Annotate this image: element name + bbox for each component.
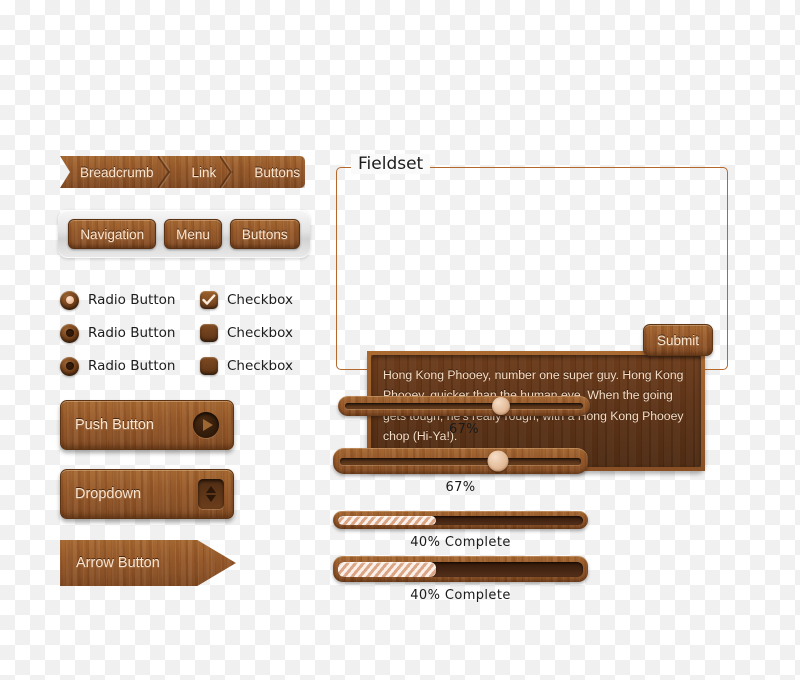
breadcrumb-item-label: Link [191, 164, 217, 180]
dropdown-label: Dropdown [75, 486, 142, 502]
controls-group: Radio Button Checkbox Radio Button Check… [60, 286, 320, 385]
dropdown-button[interactable]: Dropdown [60, 469, 234, 519]
checkbox-icon[interactable] [200, 324, 218, 342]
slider-thick[interactable] [333, 448, 588, 474]
chevron-right-icon [220, 156, 233, 188]
checkbox-option-1[interactable]: Checkbox [200, 291, 293, 309]
slider-knob[interactable] [487, 450, 509, 472]
progress-track [338, 515, 583, 525]
control-row: Radio Button Checkbox [60, 286, 320, 314]
progress-thin [333, 511, 588, 529]
nav-button-navigation[interactable]: Navigation [68, 219, 157, 249]
breadcrumb-item-buttons[interactable]: Buttons [232, 156, 305, 188]
checkbox-label: Checkbox [227, 358, 293, 374]
checkbox-label: Checkbox [227, 292, 293, 308]
checkbox-label: Checkbox [227, 325, 293, 341]
check-icon [202, 294, 216, 305]
control-row: Radio Button Checkbox [60, 319, 320, 347]
radio-label: Radio Button [88, 292, 176, 308]
progress-thick-group: 40% Complete [333, 556, 588, 603]
slider-thick-value: 67% [445, 480, 476, 495]
nav-button-buttons[interactable]: Buttons [229, 219, 300, 249]
radio-option-1[interactable]: Radio Button [60, 290, 200, 310]
navigation-bar: Navigation Menu Buttons [58, 210, 310, 258]
checkbox-icon[interactable] [200, 291, 218, 309]
nav-button-menu[interactable]: Menu [164, 219, 222, 249]
slider-thick-group: 67% [333, 448, 588, 495]
slider-thin-group: 67% [338, 396, 590, 437]
submit-button[interactable]: Submit [642, 324, 713, 356]
ui-kit-stage: Breadcrumb Link Buttons Navigation Menu … [0, 0, 800, 680]
slider-track-groove [340, 457, 581, 465]
progress-thin-value: 40% Complete [410, 535, 511, 550]
arrow-button[interactable]: Arrow Button [60, 540, 236, 586]
breadcrumb-item-label: Breadcrumb [80, 164, 154, 180]
radio-option-3[interactable]: Radio Button [60, 356, 200, 376]
progress-thick-value: 40% Complete [410, 588, 511, 603]
breadcrumb-item-link[interactable]: Link [170, 156, 233, 188]
radio-icon[interactable] [60, 323, 79, 343]
fieldset-legend: Fieldset [351, 154, 431, 174]
nav-button-label: Navigation [80, 226, 145, 242]
slider-thin[interactable] [338, 396, 590, 416]
nav-button-label: Menu [176, 226, 210, 242]
progress-fill [338, 561, 436, 577]
slider-knob[interactable] [491, 397, 510, 415]
fieldset: Fieldset Hong Kong Phooey, number one su… [336, 154, 728, 471]
progress-track [338, 561, 583, 577]
push-button[interactable]: Push Button [60, 400, 234, 450]
breadcrumb-item-breadcrumb[interactable]: Breadcrumb [60, 156, 170, 188]
radio-icon[interactable] [60, 356, 79, 376]
progress-thin-group: 40% Complete [333, 511, 588, 550]
radio-option-2[interactable]: Radio Button [60, 323, 200, 343]
control-row: Radio Button Checkbox [60, 352, 320, 380]
play-triangle-icon[interactable] [193, 412, 219, 438]
breadcrumb: Breadcrumb Link Buttons [60, 156, 305, 188]
radio-label: Radio Button [88, 325, 176, 341]
updown-spinner-icon[interactable] [198, 479, 224, 509]
breadcrumb-item-label: Buttons [254, 164, 301, 180]
checkbox-option-3[interactable]: Checkbox [200, 357, 293, 375]
slider-thin-value: 67% [448, 422, 480, 437]
progress-thick [333, 556, 588, 582]
submit-button-label: Submit [656, 332, 699, 348]
nav-button-label: Buttons [241, 226, 288, 242]
chevron-right-icon [157, 156, 170, 188]
checkbox-icon[interactable] [200, 357, 218, 375]
push-button-label: Push Button [75, 417, 154, 433]
radio-label: Radio Button [88, 358, 176, 374]
progress-fill [338, 515, 436, 525]
checkbox-option-2[interactable]: Checkbox [200, 324, 293, 342]
arrow-button-label: Arrow Button [76, 555, 160, 571]
radio-icon[interactable] [60, 290, 79, 310]
slider-track-groove [345, 403, 583, 409]
